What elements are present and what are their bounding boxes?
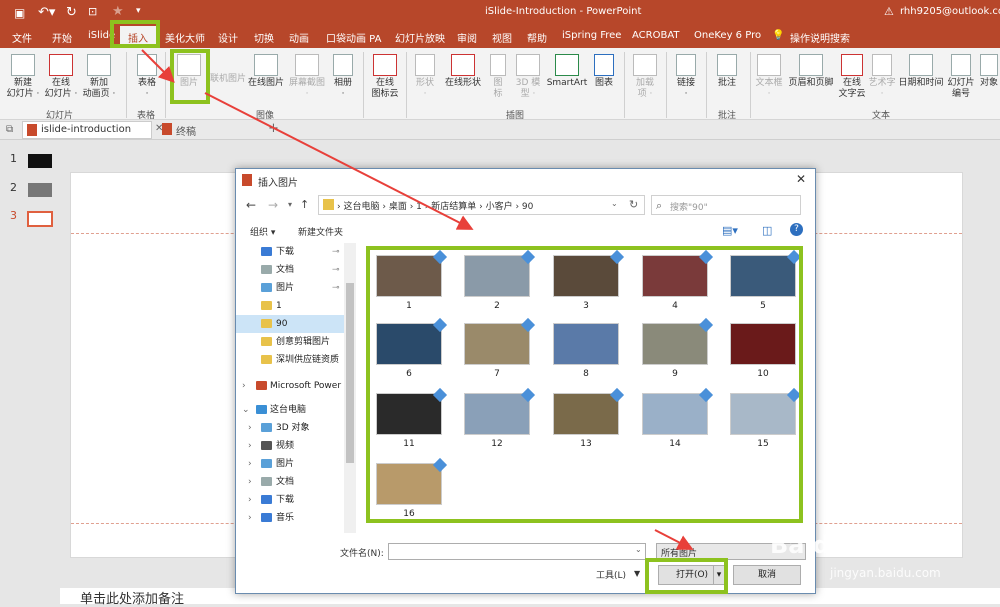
annotation-arrows — [141, 49, 694, 550]
arrow-to-open — [654, 529, 694, 550]
watermark-url: jingyan.baidu.com — [830, 566, 941, 580]
arrow-to-grid — [204, 92, 474, 230]
arrow-to-picture — [141, 49, 175, 83]
watermark: Baidu 经验 — [770, 531, 904, 559]
